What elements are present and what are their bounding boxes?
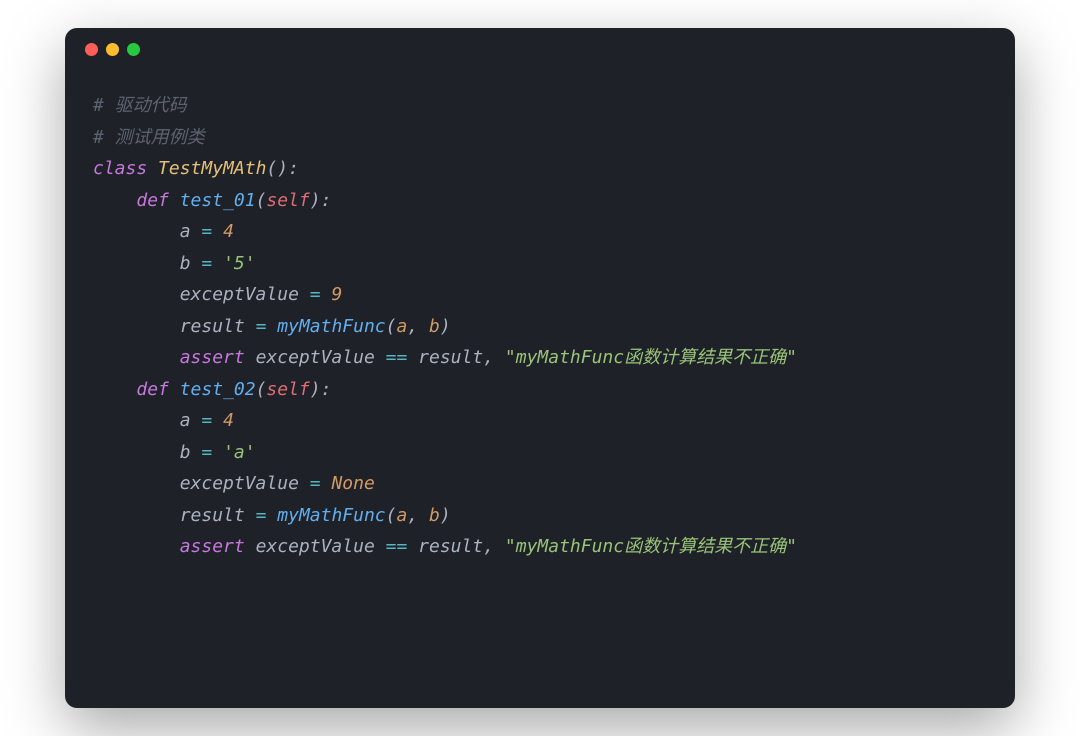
code-self: self [266, 190, 309, 211]
code-punct: ( [256, 379, 267, 400]
code-const: None [331, 473, 374, 494]
code-func: test_01 [180, 190, 256, 211]
code-func: myMathFunc [277, 316, 385, 337]
code-punct: : [321, 379, 332, 400]
code-var: a [180, 410, 191, 431]
code-string: "myMathFunc函数计算结果不正确" [505, 536, 797, 557]
code-keyword: def [136, 190, 169, 211]
code-op: == [386, 347, 408, 368]
code-param: b [429, 316, 440, 337]
code-punct: ) [440, 316, 451, 337]
code-var: b [180, 253, 191, 274]
code-number: 4 [223, 410, 234, 431]
code-keyword: def [136, 379, 169, 400]
code-param: a [396, 505, 407, 526]
code-op: = [310, 473, 321, 494]
code-op: = [201, 410, 212, 431]
minimize-icon[interactable] [106, 43, 119, 56]
code-string: "myMathFunc函数计算结果不正确" [505, 347, 797, 368]
code-punct: ( [266, 158, 277, 179]
code-punct: ( [386, 505, 397, 526]
code-var: result [418, 536, 483, 557]
code-func: myMathFunc [277, 505, 385, 526]
code-self: self [266, 379, 309, 400]
code-punct: ) [277, 158, 288, 179]
code-var: result [180, 316, 245, 337]
close-icon[interactable] [85, 43, 98, 56]
code-var: exceptValue [256, 536, 375, 557]
code-op: == [386, 536, 408, 557]
code-punct: , [407, 505, 418, 526]
code-keyword: assert [180, 347, 245, 368]
code-punct: , [483, 536, 494, 557]
code-func: test_02 [180, 379, 256, 400]
code-string: 'a' [223, 442, 256, 463]
code-punct: ( [256, 190, 267, 211]
code-op: = [256, 505, 267, 526]
code-punct: , [483, 347, 494, 368]
code-op: = [201, 221, 212, 242]
code-number: 4 [223, 221, 234, 242]
code-comment: # 驱动代码 [93, 95, 187, 116]
code-op: = [201, 253, 212, 274]
code-op: = [256, 316, 267, 337]
code-content: # 驱动代码 # 测试用例类 class TestMyMAth(): def t… [65, 70, 1015, 708]
code-window: # 驱动代码 # 测试用例类 class TestMyMAth(): def t… [65, 28, 1015, 708]
code-number: 9 [331, 284, 342, 305]
code-var: b [180, 442, 191, 463]
code-punct: : [288, 158, 299, 179]
code-punct: ( [386, 316, 397, 337]
code-comment: # 测试用例类 [93, 127, 205, 148]
code-string: '5' [223, 253, 256, 274]
code-punct: : [321, 190, 332, 211]
code-op: = [310, 284, 321, 305]
window-titlebar [65, 28, 1015, 70]
code-keyword: class [93, 158, 147, 179]
code-punct: ) [310, 190, 321, 211]
code-punct: ) [310, 379, 321, 400]
code-keyword: assert [180, 536, 245, 557]
code-param: a [396, 316, 407, 337]
code-var: exceptValue [256, 347, 375, 368]
code-var: result [418, 347, 483, 368]
code-param: b [429, 505, 440, 526]
maximize-icon[interactable] [127, 43, 140, 56]
code-var: exceptValue [180, 284, 299, 305]
code-var: exceptValue [180, 473, 299, 494]
code-classname: TestMyMAth [158, 158, 266, 179]
code-var: a [180, 221, 191, 242]
code-punct: ) [440, 505, 451, 526]
code-var: result [180, 505, 245, 526]
code-punct: , [407, 316, 418, 337]
code-op: = [201, 442, 212, 463]
